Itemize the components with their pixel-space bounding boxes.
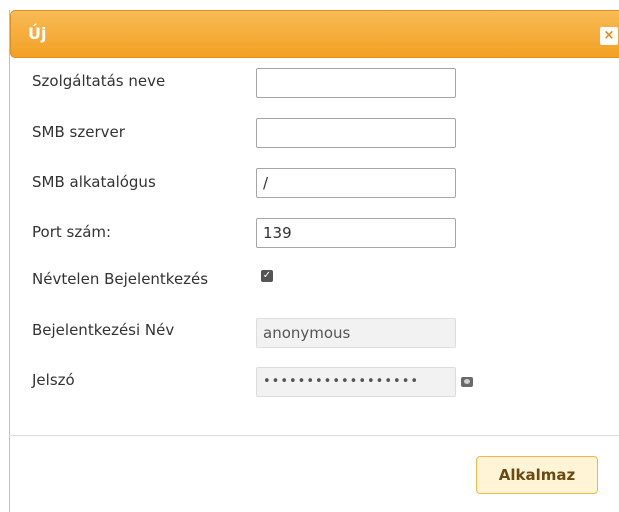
smb-server-label: SMB szerver (32, 123, 125, 141)
login-name-input[interactable]: anonymous (256, 318, 456, 348)
dialog-titlebar: Új × (10, 10, 619, 58)
footer-divider (9, 435, 619, 436)
password-input[interactable]: •••••••••••••••••• (256, 367, 456, 397)
anonymous-login-label: Névtelen Bejelentkezés (32, 270, 209, 288)
password-label: Jelszó (32, 371, 75, 389)
login-name-label: Bejelentkezési Név (32, 321, 175, 339)
smb-subdir-label: SMB alkatalógus (32, 173, 156, 191)
apply-button[interactable]: Alkalmaz (476, 456, 598, 494)
dialog-title: Új (28, 24, 47, 43)
anonymous-login-checkbox[interactable]: ✓ (261, 270, 273, 282)
service-name-label: Szolgáltatás neve (32, 72, 166, 90)
service-name-input[interactable] (256, 68, 456, 98)
port-input[interactable]: 139 (256, 218, 456, 248)
smb-server-input[interactable] (256, 118, 456, 148)
close-icon[interactable]: × (600, 27, 618, 45)
port-label: Port szám: (32, 223, 112, 241)
smb-subdir-input[interactable]: / (256, 168, 456, 198)
eye-icon[interactable] (461, 377, 473, 387)
